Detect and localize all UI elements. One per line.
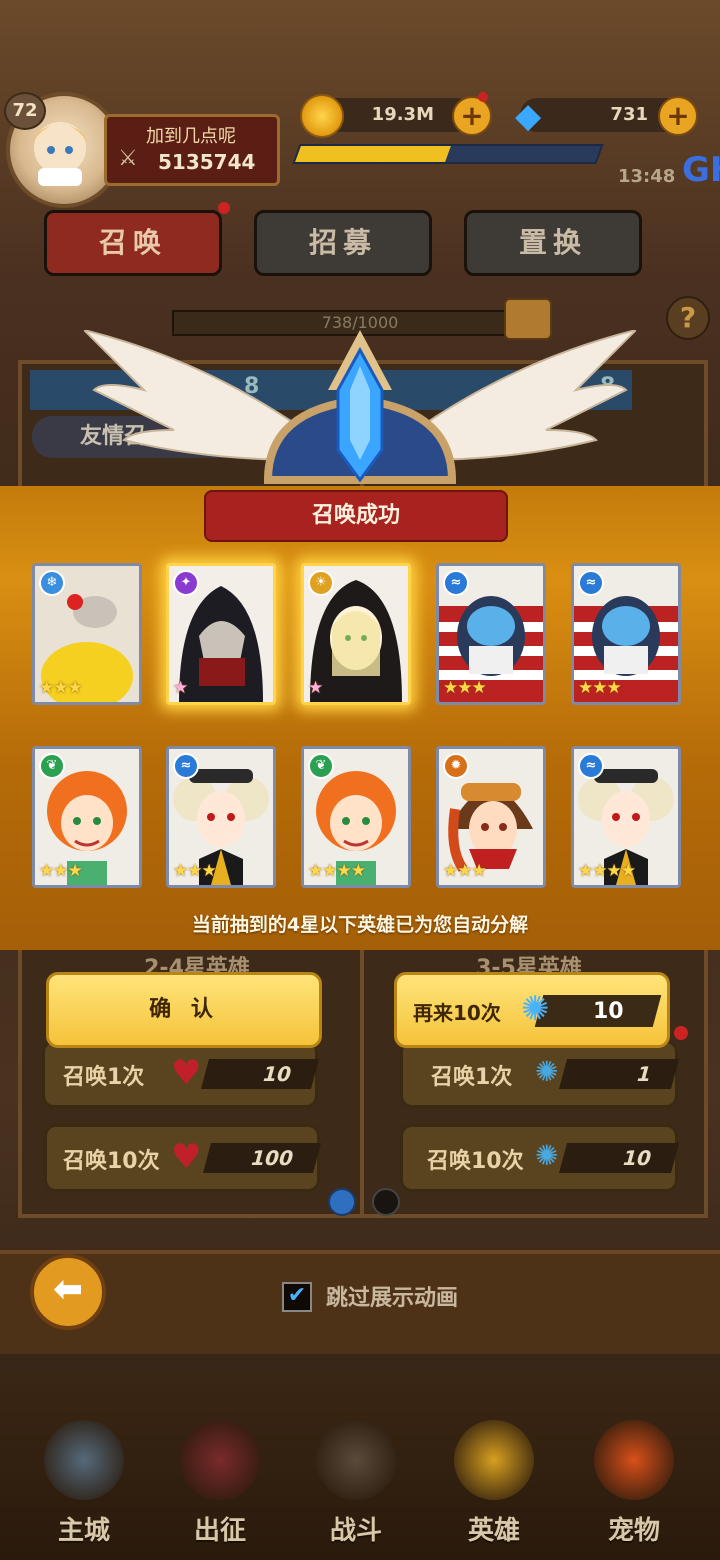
page-dot-active[interactable] <box>328 1188 356 1216</box>
tab-exchange[interactable]: 置换 <box>464 210 642 276</box>
hero-star-rating: ★★★★ <box>308 861 366 881</box>
hero-star-rating: ★ <box>173 678 188 698</box>
water-element-icon: ≈ <box>578 753 604 779</box>
corner-logo-text: GH <box>682 150 720 190</box>
add-gems-button[interactable]: + <box>658 96 698 136</box>
hero-card[interactable]: ❦ ★★★ <box>32 746 142 888</box>
summon-again-cost: 10 <box>593 999 624 1024</box>
hero-star-rating: ★★★ <box>39 861 83 881</box>
add-gold-button[interactable]: + <box>452 96 492 136</box>
page-dot[interactable] <box>372 1188 400 1216</box>
summon-again-label: 再来10次 <box>413 1001 501 1025</box>
hero-card[interactable]: ≈ ★★★ <box>571 563 681 705</box>
notification-dot <box>478 92 488 102</box>
auto-decompose-notice: 当前抽到的4星以下英雄已为您自动分解 <box>191 914 529 936</box>
skip-animation-checkbox[interactable]: ✔ <box>282 1282 312 1312</box>
hero-star-rating: ★★★ <box>578 678 622 698</box>
dark-element-icon: ✦ <box>173 570 199 596</box>
hero-card[interactable]: ✹ ★★★ <box>436 746 546 888</box>
summon-success-title: 召唤成功 <box>204 490 508 542</box>
hero-star-rating: ★★★ <box>173 861 217 881</box>
left-summon-1-cost: 10 <box>200 1059 320 1089</box>
heart-icon: ♥ <box>171 1137 202 1177</box>
tab-recruit[interactable]: 招募 <box>254 210 432 276</box>
left-summon-1-label: 召唤1次 <box>63 1065 145 1090</box>
hero-card[interactable]: ≈ ★★★★ <box>571 746 681 888</box>
right-summon-10-label: 召唤10次 <box>427 1149 524 1174</box>
hero-card[interactable]: ≈ ★★★ <box>436 563 546 705</box>
castle-icon <box>44 1420 124 1500</box>
nav-label: 英雄 <box>467 1516 520 1546</box>
right-summon-10-button[interactable]: 召唤10次 ✺ 10 <box>400 1124 680 1192</box>
diamond-icon: ◆ <box>515 96 542 136</box>
right-summon-10-cost: 10 <box>558 1143 680 1173</box>
right-summon-1-button[interactable]: 召唤1次 ✺ 1 <box>400 1040 680 1108</box>
right-summon-1-cost: 1 <box>558 1059 680 1089</box>
tab-summon[interactable]: 召唤 <box>44 210 222 276</box>
gold-value: 19.3M <box>371 104 434 125</box>
left-summon-10-cost: 100 <box>202 1143 322 1173</box>
help-button[interactable]: ? <box>666 296 710 340</box>
back-arrow-button[interactable]: ⬅ <box>30 1254 106 1330</box>
nav-label: 出征 <box>193 1516 246 1546</box>
skip-animation-label: 跳过展示动画 <box>326 1286 459 1311</box>
gem-value: 731 <box>610 104 648 125</box>
nav-item-1[interactable]: 出征 <box>160 1420 280 1550</box>
expedition-icon <box>180 1420 260 1500</box>
hero-icon <box>454 1420 534 1500</box>
hero-card[interactable]: ❄ ★★★ <box>32 563 142 705</box>
crystal-emblem-icon <box>263 330 457 484</box>
hero-star-rating: ★★★ <box>443 678 487 698</box>
hero-star-rating: ★★★★ <box>578 861 636 881</box>
pet-icon <box>594 1420 674 1500</box>
left-summon-10-button[interactable]: 召唤10次 ♥ 100 <box>44 1124 322 1192</box>
nav-item-3[interactable]: 英雄 <box>434 1420 554 1550</box>
tab-summon-notification-dot <box>218 202 230 214</box>
nav-item-0[interactable]: 主城 <box>24 1420 144 1550</box>
nature-element-icon: ❦ <box>308 753 334 779</box>
fire-element-icon: ✹ <box>443 753 469 779</box>
water-element-icon: ≈ <box>173 753 199 779</box>
hero-star-rating: ★★★ <box>443 861 487 881</box>
player-level-badge: 72 <box>4 92 46 130</box>
battle-icon <box>316 1420 396 1500</box>
hero-card[interactable]: ☀ ★ <box>301 563 411 705</box>
nature-element-icon: ❦ <box>39 753 65 779</box>
nav-label: 宠物 <box>607 1516 660 1546</box>
nav-item-4[interactable]: 宠物 <box>574 1420 694 1550</box>
summon-token-icon: ✺ <box>535 1055 559 1088</box>
heart-icon: ♥ <box>171 1053 202 1093</box>
confirm-button[interactable]: 确 认 <box>46 972 322 1048</box>
experience-bar <box>292 144 604 164</box>
clock: 13:48 <box>618 166 676 187</box>
light-element-icon: ☀ <box>308 570 334 596</box>
player-name: 加到几点呢 <box>146 126 236 147</box>
summon-again-notification-dot <box>674 1026 688 1040</box>
summon-token-icon: ✺ <box>535 1139 559 1172</box>
hero-star-rating: ★★★ <box>39 678 83 698</box>
summon-token-icon: ✺ <box>521 989 550 1029</box>
hero-card[interactable]: ❦ ★★★★ <box>301 746 411 888</box>
experience-bar-fill <box>295 146 451 162</box>
nav-item-2[interactable]: 战斗 <box>296 1420 416 1550</box>
hero-card[interactable]: ≈ ★★★ <box>166 746 276 888</box>
summon-again-10-button[interactable]: 再来10次 ✺ 10 <box>394 972 670 1048</box>
water-element-icon: ≈ <box>578 570 604 596</box>
gold-coin-icon <box>300 94 344 138</box>
nav-label: 主城 <box>57 1516 110 1546</box>
left-summon-1-button[interactable]: 召唤1次 ♥ 10 <box>42 1040 320 1108</box>
water-element-icon: ≈ <box>443 570 469 596</box>
right-summon-1-label: 召唤1次 <box>431 1065 513 1090</box>
hero-card[interactable]: ✦ ★ <box>166 563 276 705</box>
ice-element-icon: ❄ <box>39 570 65 596</box>
player-power: 5135744 <box>158 150 256 174</box>
crossed-swords-icon: ⚔ <box>118 146 138 171</box>
nav-label: 战斗 <box>329 1516 382 1546</box>
hero-star-rating: ★ <box>308 678 323 698</box>
left-summon-10-label: 召唤10次 <box>63 1149 160 1174</box>
